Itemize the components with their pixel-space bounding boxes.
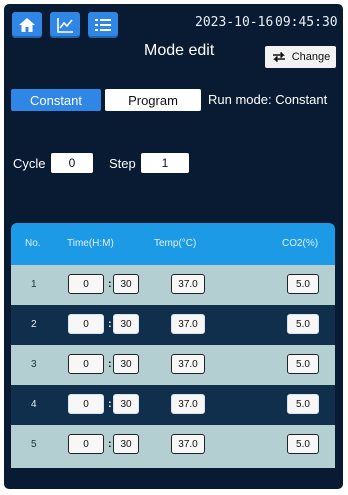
- time-separator: :: [108, 398, 112, 410]
- temp-field[interactable]: 37.0: [171, 394, 205, 414]
- co2-field[interactable]: 5.0: [287, 394, 319, 414]
- row-number: 1: [31, 279, 37, 290]
- chart-button[interactable]: [50, 12, 80, 38]
- header-co2: CO2(%): [282, 238, 319, 249]
- home-icon: [19, 18, 35, 32]
- row-number: 4: [31, 399, 37, 410]
- table-row: 4 0 : 30 37.0 5.0: [11, 385, 335, 425]
- cycle-label: Cycle: [13, 156, 46, 171]
- chart-icon: [57, 18, 73, 33]
- change-button[interactable]: Change: [265, 46, 336, 68]
- run-mode-status: Run mode: Constant: [208, 92, 328, 107]
- device-screen: 2023-10-16 09:45:30 Mode edit Change Con…: [4, 4, 343, 489]
- hours-field[interactable]: 0: [68, 434, 104, 454]
- hours-field[interactable]: 0: [68, 354, 104, 374]
- time-display: 09:45:30: [275, 15, 338, 30]
- tab-constant[interactable]: Constant: [11, 89, 101, 111]
- tab-program[interactable]: Program: [105, 89, 201, 111]
- minutes-field[interactable]: 30: [113, 434, 139, 454]
- header-time: Time(H:M): [67, 238, 114, 249]
- time-separator: :: [108, 318, 112, 330]
- time-separator: :: [108, 358, 112, 370]
- table-header: No. Time(H:M) Temp(°C) CO2(%): [11, 223, 335, 265]
- header-temp: Temp(°C): [154, 238, 197, 249]
- home-button[interactable]: [12, 12, 42, 38]
- co2-field[interactable]: 5.0: [287, 314, 319, 334]
- table-row: 5 0 : 30 37.0 5.0: [11, 425, 335, 468]
- step-label: Step: [109, 156, 136, 171]
- row-number: 2: [31, 319, 37, 330]
- minutes-field[interactable]: 30: [113, 354, 139, 374]
- minutes-field[interactable]: 30: [113, 274, 139, 294]
- list-button[interactable]: [88, 12, 118, 38]
- page-title: Mode edit: [144, 42, 215, 59]
- temp-field[interactable]: 37.0: [171, 314, 205, 334]
- temp-field[interactable]: 37.0: [171, 274, 205, 294]
- table-row: 2 0 : 30 37.0 5.0: [11, 305, 335, 345]
- swap-arrows-icon: [272, 51, 285, 63]
- minutes-field[interactable]: 30: [113, 314, 139, 334]
- header-no: No.: [25, 238, 41, 249]
- row-number: 5: [31, 439, 37, 450]
- step-field[interactable]: 1: [141, 153, 189, 173]
- co2-field[interactable]: 5.0: [287, 434, 319, 454]
- co2-field[interactable]: 5.0: [287, 354, 319, 374]
- time-separator: :: [108, 278, 112, 290]
- row-number: 3: [31, 359, 37, 370]
- time-separator: :: [108, 438, 112, 450]
- hours-field[interactable]: 0: [68, 274, 104, 294]
- table-row: 1 0 : 30 37.0 5.0: [11, 265, 335, 305]
- temp-field[interactable]: 37.0: [171, 434, 205, 454]
- hours-field[interactable]: 0: [68, 314, 104, 334]
- table-row: 3 0 : 30 37.0 5.0: [11, 345, 335, 385]
- list-icon: [95, 19, 111, 31]
- cycle-field[interactable]: 0: [51, 153, 93, 173]
- program-table: No. Time(H:M) Temp(°C) CO2(%) 1 0 : 30 3…: [11, 223, 335, 468]
- hours-field[interactable]: 0: [68, 394, 104, 414]
- date-display: 2023-10-16: [195, 15, 274, 30]
- change-label: Change: [291, 51, 331, 63]
- minutes-field[interactable]: 30: [113, 394, 139, 414]
- co2-field[interactable]: 5.0: [287, 274, 319, 294]
- temp-field[interactable]: 37.0: [171, 354, 205, 374]
